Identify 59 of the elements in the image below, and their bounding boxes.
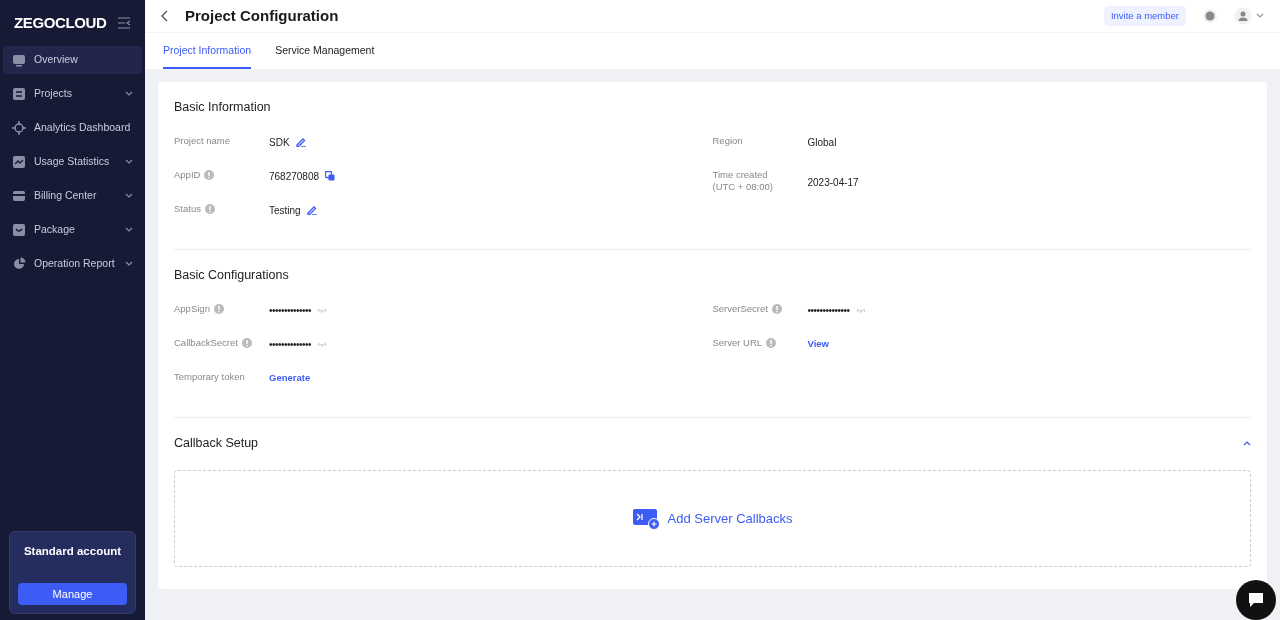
link[interactable]: Generate — [269, 370, 311, 385]
field-label: Temporary token — [174, 370, 245, 383]
masked-value: •••••••••••••• — [269, 337, 311, 352]
field-label: ServerSecret — [712, 302, 768, 315]
field-value: 768270808 — [269, 169, 320, 184]
field-label: Project name — [174, 134, 230, 147]
section-title: Basic Information — [174, 99, 271, 116]
sidebar-item[interactable]: Analytics Dashboard — [3, 114, 142, 142]
tab[interactable]: Service Management — [275, 43, 375, 69]
sidebar-item[interactable]: Usage Statistics — [3, 148, 142, 176]
sidebar-item[interactable]: Billing Center — [3, 182, 142, 210]
section-title: Callback Setup — [174, 434, 259, 452]
add-callback-area[interactable]: Add Server Callbacks — [174, 470, 1251, 568]
field-value: 2023-04-17 — [807, 175, 859, 190]
manage-button[interactable]: Manage — [18, 583, 127, 605]
chevron-down-icon — [1256, 13, 1264, 19]
closed-eye-icon — [855, 307, 866, 313]
invite-member-button[interactable]: Invite a member — [1103, 6, 1186, 26]
card-icon — [12, 189, 26, 203]
field-label: AppID — [174, 168, 201, 181]
masked-value: •••••••••••••• — [269, 303, 311, 318]
closed-eye-icon — [317, 307, 327, 313]
tab[interactable]: Project Information — [163, 43, 252, 69]
link[interactable]: View — [807, 336, 829, 351]
edit-icon — [295, 137, 306, 148]
closed-eye-icon — [317, 341, 327, 347]
chat-button[interactable] — [1236, 580, 1276, 620]
field-label: AppSign — [174, 302, 210, 315]
field-value: Global — [807, 135, 837, 150]
box-icon — [12, 223, 26, 237]
collapse-menu-icon — [117, 16, 131, 30]
field-label: Time created (UTC + 08:00) — [712, 168, 773, 193]
chat-icon — [1246, 590, 1266, 610]
field-value: SDK — [269, 135, 290, 150]
field-label: Server URL — [712, 336, 763, 349]
compass-icon — [12, 121, 26, 135]
page-title: Project Configuration — [185, 5, 340, 26]
edit-icon — [306, 205, 317, 216]
pie-chart-icon — [12, 257, 26, 271]
user-avatar-icon — [1234, 7, 1252, 25]
back-icon — [161, 10, 169, 22]
logo: ZEGOCLOUD — [14, 12, 107, 33]
account-title: Standard account — [23, 544, 122, 559]
field-label: Region — [712, 134, 743, 147]
sidebar-item[interactable]: Package — [3, 216, 142, 244]
sidebar-item[interactable]: Projects — [3, 80, 142, 108]
sidebar-item[interactable]: Operation Report — [3, 250, 142, 278]
copy-icon — [325, 171, 336, 182]
field-label: Status — [174, 202, 201, 215]
monitor-icon — [12, 53, 26, 67]
sidebar-item[interactable]: Overview — [3, 46, 142, 74]
field-label: CallbackSecret — [174, 336, 238, 349]
section-title: Basic Configurations — [174, 266, 289, 284]
chart-icon — [12, 155, 26, 169]
list-icon — [12, 87, 26, 101]
terminal-add-icon — [632, 507, 660, 530]
field-value: Testing — [269, 203, 301, 218]
masked-value: •••••••••••••• — [807, 303, 850, 318]
add-server-callbacks-label: Add Server Callbacks — [667, 510, 793, 528]
